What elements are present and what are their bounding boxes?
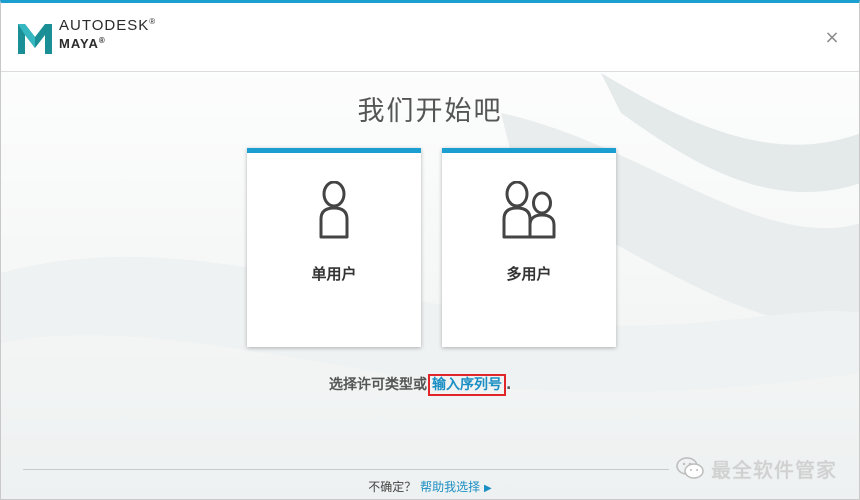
wechat-icon [676,457,704,479]
multi-user-card[interactable]: 多用户 [442,148,616,347]
enter-serial-number-link[interactable]: 输入序列号 [428,374,506,396]
footer-divider [23,469,669,470]
brand-name: AUTODESK® [59,17,157,34]
single-user-label: 单用户 [311,265,357,283]
help-me-choose-link[interactable]: 帮助我选择 [420,480,480,494]
watermark-text: 最全软件管家 [711,457,837,482]
background-swoosh [1,73,859,392]
close-button[interactable]: × [823,29,841,47]
arrow-right-icon[interactable]: ▶ [484,483,492,494]
single-user-card[interactable]: 单用户 [247,148,421,347]
watermark: 最全软件管家 [675,450,837,486]
product-name: MAYA® [59,36,106,51]
prompt-period: . [506,377,512,393]
page-title: 我们开始吧 [357,96,503,127]
installer-window: AUTODESK® MAYA® × 我们开始吧 单用户 多用户 选择许可类型或输… [0,0,860,500]
unsure-text: 不确定？ [368,480,417,494]
license-prompt: 选择许可类型或 输入序列号. [329,374,511,396]
window-header: AUTODESK® MAYA® × [1,3,859,72]
product-logo: AUTODESK® MAYA® [59,17,157,51]
single-user-icon [319,181,349,239]
maya-logo-icon [18,24,52,54]
multi-user-label: 多用户 [506,265,552,283]
license-prompt-text: 选择许可类型或 [329,377,427,393]
multi-user-icon [502,181,556,239]
